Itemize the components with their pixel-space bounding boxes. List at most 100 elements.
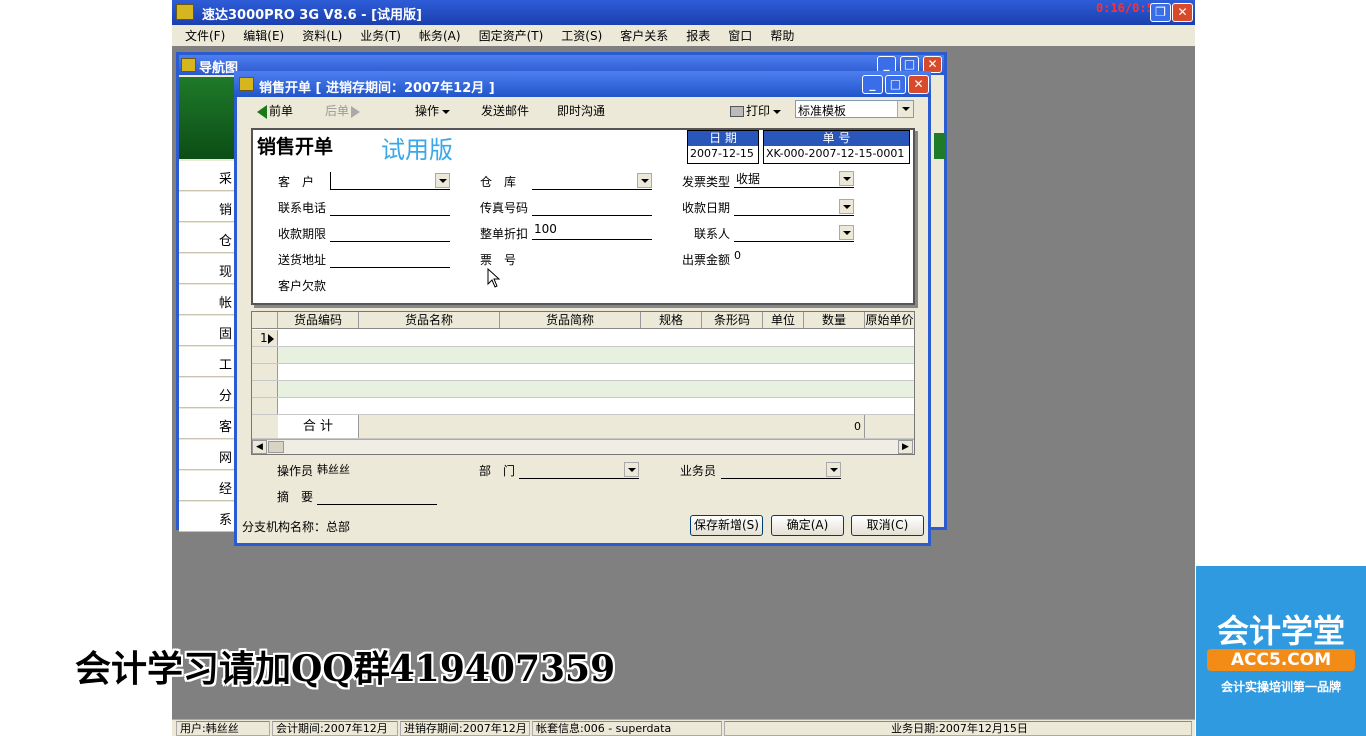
menu-fixed-assets[interactable]: 固定资产(T) [470,27,553,44]
menu-business[interactable]: 业务(T) [351,27,410,44]
department-label: 部 门 [479,464,516,478]
dropdown-arrow-icon[interactable] [839,225,854,240]
print-button[interactable]: 打印 [730,102,782,119]
dialog-maximize-icon[interactable]: □ [885,75,906,94]
customer-field[interactable] [330,172,450,190]
table-row[interactable] [252,364,914,381]
warehouse-field[interactable] [532,172,652,190]
scroll-left-icon[interactable]: ◀ [252,440,267,454]
table-row[interactable] [252,398,914,415]
status-acct-period: 会计期间:2007年12月 [272,721,398,736]
nav-item-customer[interactable]: 客 [179,409,239,439]
column-header[interactable]: 条形码 [702,312,763,328]
nav-item-system[interactable]: 系 [179,502,239,532]
scroll-thumb[interactable] [268,441,284,453]
dropdown-arrow-icon[interactable] [897,101,913,117]
nav-item-fixed[interactable]: 固 [179,316,239,346]
navigator-banner [179,77,239,159]
nav-item-cash[interactable]: 现 [179,254,239,284]
dropdown-arrow-icon[interactable] [826,462,841,477]
pay-date-label: 收款日期 [682,201,731,215]
nav-item-manage[interactable]: 经 [179,471,239,501]
table-row[interactable]: 1 [252,330,914,347]
menu-reports[interactable]: 报表 [677,27,719,44]
trial-watermark: 试用版 [381,136,453,164]
dialog-close-icon[interactable]: ✕ [908,75,929,94]
column-header[interactable]: 货品名称 [359,312,500,328]
column-header[interactable]: 货品编码 [278,312,359,328]
contact-field[interactable] [734,224,854,242]
operate-menu-button[interactable]: 操作 [415,102,451,119]
department-field[interactable] [519,461,639,479]
nav-item-sales[interactable]: 销 [179,192,239,222]
column-header[interactable]: 原始单价 [865,312,914,328]
cancel-button[interactable]: 取消(C) [851,515,924,536]
dialog-minimize-icon[interactable]: _ [862,75,883,94]
send-mail-button[interactable]: 发送邮件 [481,102,529,119]
order-number-box: 单 号 XK-000-2007-12-15-0001 [763,130,910,164]
nav-item-accounts[interactable]: 帐 [179,285,239,315]
dropdown-arrow-icon[interactable] [624,462,639,477]
pay-term-label: 收款期限 [278,227,327,241]
order-number-value[interactable]: XK-000-2007-12-15-0001 [764,146,909,161]
nav-item-payroll[interactable]: 工 [179,347,239,377]
table-row[interactable] [252,347,914,364]
grid-cells[interactable] [278,330,914,346]
status-bar: 用户:韩丝丝 会计期间:2007年12月 进销存期间:2007年12月 帐套信息… [172,719,1195,736]
invoice-amount-value: 0 [734,249,741,262]
horizontal-scrollbar[interactable]: ◀ ▶ [252,439,914,454]
status-biz-date: 业务日期:2007年12月15日 [724,721,1192,736]
dialog-logo-icon [239,77,254,91]
phone-field[interactable] [330,198,450,216]
summary-field[interactable] [317,487,437,505]
invoice-amount-label: 出票金额 [682,253,731,267]
status-user: 用户:韩丝丝 [176,721,270,736]
menu-file[interactable]: 文件(F) [176,27,234,44]
status-account: 帐套信息:006 - superdata [532,721,722,736]
restore-icon[interactable]: ❐ [1150,3,1171,22]
ok-button[interactable]: 确定(A) [771,515,844,536]
dropdown-arrow-icon[interactable] [839,171,854,186]
menu-window[interactable]: 窗口 [719,27,761,44]
menu-payroll[interactable]: 工资(S) [552,27,611,44]
grid-header-row: 货品编码 货品名称 货品简称 规格 条形码 单位 数量 原始单价 [252,312,914,329]
column-header[interactable]: 规格 [641,312,702,328]
fax-field[interactable] [532,198,652,216]
dropdown-arrow-icon[interactable] [435,173,450,188]
menu-help[interactable]: 帮助 [761,27,803,44]
instant-chat-button[interactable]: 即时沟通 [557,102,605,119]
column-header[interactable]: 货品简称 [500,312,641,328]
chevron-down-icon [442,109,451,114]
dropdown-arrow-icon[interactable] [839,199,854,214]
pay-term-field[interactable] [330,224,450,242]
prev-order-button[interactable]: 前单 [257,102,293,119]
pay-date-field[interactable] [734,198,854,216]
brand-url: ACC5.COM [1207,649,1355,671]
salesman-field[interactable] [721,461,841,479]
nav-item-network[interactable]: 网 [179,440,239,470]
save-new-button[interactable]: 保存新增(S) [690,515,763,536]
discount-label: 整单折扣 [480,227,529,241]
menu-accounts[interactable]: 帐务(A) [410,27,470,44]
status-inv-period: 进销存期间:2007年12月 [400,721,530,736]
menu-edit[interactable]: 编辑(E) [234,27,293,44]
column-header[interactable]: 数量 [804,312,865,328]
nav-item-branch[interactable]: 分 [179,378,239,408]
print-template-select[interactable]: 标准模板 [795,100,914,118]
dropdown-arrow-icon[interactable] [637,173,652,188]
scroll-right-icon[interactable]: ▶ [898,440,913,454]
menu-crm[interactable]: 客户关系 [611,27,677,44]
next-order-button[interactable]: 后单 [325,102,361,119]
discount-field[interactable]: 100 [532,222,652,240]
table-row[interactable] [252,381,914,398]
address-field[interactable] [330,250,450,268]
arrow-left-icon [257,104,267,119]
invoice-type-field[interactable]: 收据 [734,170,854,188]
column-header[interactable]: 单位 [763,312,804,328]
close-icon[interactable]: ✕ [1172,3,1193,22]
nav-item-warehouse[interactable]: 仓 [179,223,239,253]
date-value[interactable]: 2007-12-15 [688,146,758,161]
total-label: 合 计 [278,415,359,438]
menu-data[interactable]: 资料(L) [293,27,351,44]
nav-item-purchase[interactable]: 采 [179,161,239,191]
